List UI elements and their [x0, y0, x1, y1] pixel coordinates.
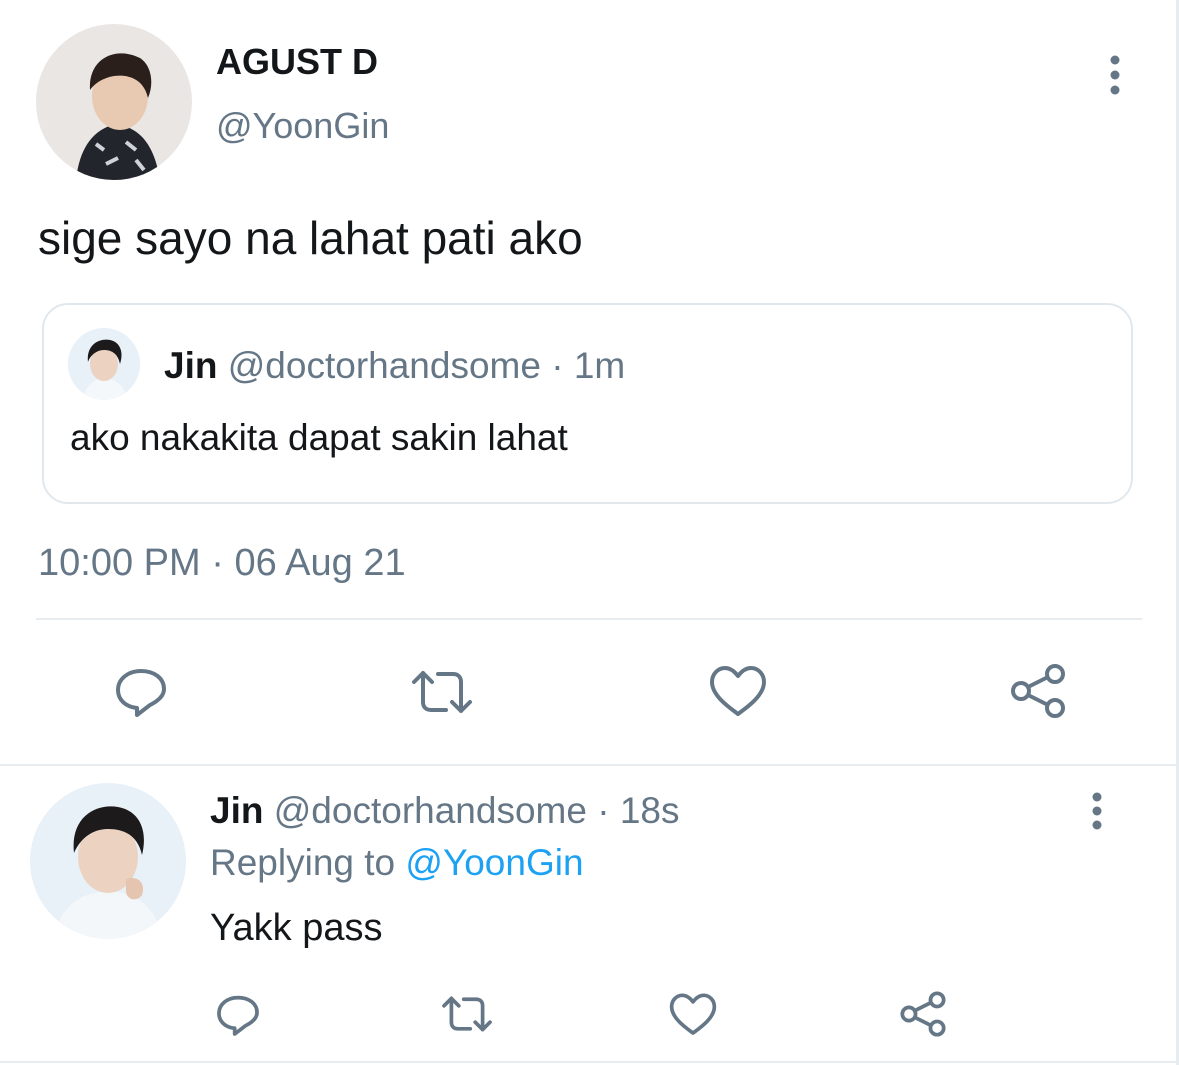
reply-separator: ·: [597, 790, 610, 831]
tweet-timestamp: 10:00 PM · 06 Aug 21: [38, 540, 406, 586]
reply-like-button[interactable]: [668, 992, 718, 1038]
share-button[interactable]: [1008, 662, 1068, 720]
quoted-tweet-card[interactable]: [42, 303, 1133, 504]
reply-button[interactable]: [112, 663, 170, 721]
quoted-author-avatar: [68, 328, 140, 400]
reply-author-handle[interactable]: @doctorhandsome: [274, 790, 587, 831]
tweet-date: 06 Aug 21: [234, 542, 406, 584]
heart-icon: [710, 666, 766, 716]
tweet-time: 10:00 PM: [38, 542, 201, 584]
bottom-divider: [0, 1061, 1179, 1063]
quoted-age: 1m: [573, 345, 626, 386]
speech-bubble-icon: [116, 669, 166, 717]
reply-reply-button[interactable]: [214, 991, 262, 1039]
quoted-tweet-header: Jin @doctorhandsome · 1m: [164, 343, 625, 389]
share-icon: [1011, 664, 1065, 718]
timestamp-separator: ·: [211, 542, 224, 584]
reply-retweet-button[interactable]: [440, 991, 494, 1037]
quoted-separator: ·: [551, 345, 564, 386]
tweet-text: sige sayo na lahat pati ako: [38, 212, 583, 264]
quoted-tweet-text: ako nakakita dapat sakin lahat: [70, 417, 568, 458]
reply-age: 18s: [619, 790, 680, 831]
tweet-divider: [0, 764, 1179, 766]
reply-author-name[interactable]: Jin: [210, 790, 263, 831]
reply-author-avatar[interactable]: [30, 783, 186, 939]
reply-share-button[interactable]: [898, 990, 948, 1038]
speech-bubble-icon: [217, 995, 259, 1036]
timestamp-divider: [36, 618, 1142, 620]
quoted-author-name[interactable]: Jin: [164, 345, 217, 386]
author-avatar[interactable]: [36, 24, 192, 180]
retweet-icon: [442, 996, 492, 1032]
retweet-icon: [412, 671, 472, 713]
share-icon: [900, 991, 946, 1037]
reply-text: Yakk pass: [210, 907, 383, 949]
heart-icon: [669, 993, 717, 1035]
replying-to-handle[interactable]: @YoonGin: [405, 842, 583, 883]
replying-to-line: Replying to @YoonGin: [210, 840, 584, 886]
reply-tweet-header: Jin @doctorhandsome · 18s: [210, 788, 679, 834]
retweet-button[interactable]: [410, 664, 474, 720]
more-options-icon[interactable]: [1098, 52, 1132, 98]
author-handle[interactable]: @YoonGin: [216, 104, 389, 148]
like-button[interactable]: [708, 664, 768, 720]
replying-to-label: Replying to: [210, 842, 396, 883]
quoted-author-handle[interactable]: @doctorhandsome: [228, 345, 541, 386]
author-name[interactable]: AGUST D: [216, 40, 378, 84]
reply-more-options-icon[interactable]: [1082, 790, 1112, 832]
